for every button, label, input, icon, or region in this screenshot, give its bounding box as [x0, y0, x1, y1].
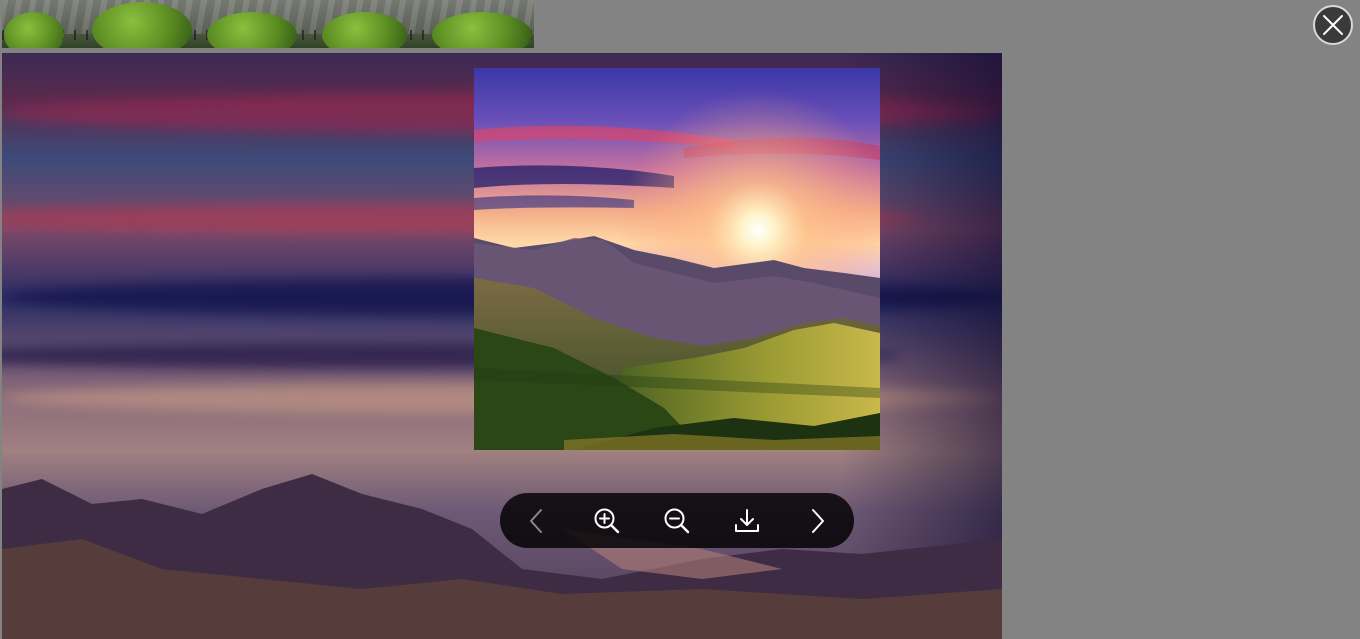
close-icon	[1323, 15, 1343, 35]
close-button[interactable]	[1313, 5, 1353, 45]
chevron-left-icon	[530, 508, 542, 533]
viewer-toolbar	[500, 493, 854, 548]
next-button[interactable]	[797, 501, 837, 541]
zoom-in-icon	[594, 508, 620, 533]
zoom-out-button[interactable]	[657, 501, 697, 541]
background-thumbnail-image	[2, 0, 534, 48]
zoom-out-icon	[664, 508, 690, 533]
chevron-right-icon	[812, 508, 824, 533]
zoom-in-button[interactable]	[587, 501, 627, 541]
prev-button[interactable]	[517, 501, 557, 541]
download-button[interactable]	[727, 501, 767, 541]
download-icon	[735, 508, 759, 532]
current-image	[474, 68, 880, 450]
image-viewer-overlay	[0, 0, 1360, 639]
